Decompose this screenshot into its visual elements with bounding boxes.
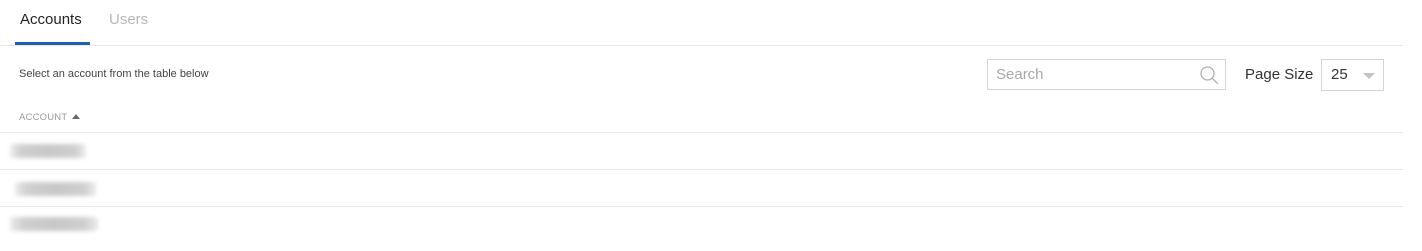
redacted-account-name bbox=[15, 182, 96, 196]
search-icon[interactable] bbox=[1199, 65, 1219, 85]
redacted-account-name bbox=[10, 144, 86, 158]
table-row[interactable] bbox=[0, 170, 1403, 206]
active-tab-indicator bbox=[15, 42, 90, 45]
chevron-down-icon bbox=[1363, 73, 1375, 79]
tab-accounts[interactable]: Accounts bbox=[20, 10, 82, 30]
tab-users[interactable]: Users bbox=[109, 10, 148, 30]
search-input[interactable] bbox=[996, 60, 1196, 89]
page-size-select[interactable]: 25 bbox=[1321, 59, 1384, 91]
page-size-label: Page Size bbox=[1245, 66, 1314, 83]
instruction-text: Select an account from the table below bbox=[19, 68, 209, 80]
column-header-account[interactable]: ACCOUNT bbox=[19, 112, 81, 124]
accounts-page: Accounts Users Select an account from th… bbox=[0, 0, 1422, 251]
tab-bar: Accounts Users bbox=[0, 0, 1403, 46]
redacted-account-name bbox=[10, 217, 98, 231]
table-row[interactable] bbox=[0, 133, 1403, 169]
search-box[interactable] bbox=[987, 59, 1226, 90]
sort-ascending-icon bbox=[72, 114, 81, 119]
table-row[interactable] bbox=[0, 207, 1403, 243]
page-size-value: 25 bbox=[1331, 66, 1348, 83]
column-header-label: ACCOUNT bbox=[19, 112, 68, 123]
